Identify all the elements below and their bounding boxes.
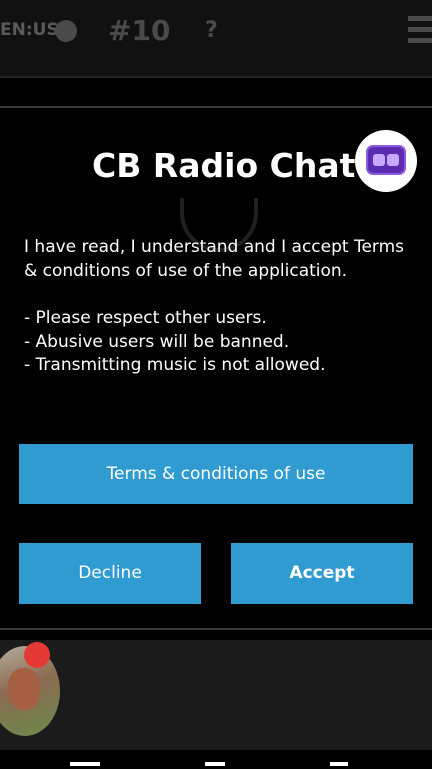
system-nav-bar [0, 750, 432, 769]
nav-home-indicator[interactable] [70, 762, 100, 766]
terms-button[interactable]: Terms & conditions of use [19, 444, 413, 504]
decline-button[interactable]: Decline [19, 543, 201, 604]
nav-home-indicator[interactable] [205, 762, 225, 766]
nav-back-indicator[interactable] [330, 762, 348, 766]
chat-bubble-app-icon [355, 130, 417, 192]
notification-badge [24, 642, 50, 668]
rules-list: - Please respect other users. - Abusive … [24, 307, 416, 378]
message-intro: I have read, I understand and I accept T… [24, 237, 405, 281]
top-app-bar: EN:US #10 ? [0, 0, 432, 76]
globe-icon[interactable] [55, 20, 77, 42]
channel-label[interactable]: #10 [108, 14, 170, 47]
user-list-area [0, 640, 432, 750]
hamburger-menu-icon[interactable] [408, 16, 432, 46]
users-count[interactable]: ? [205, 18, 218, 43]
terms-dialog: CB Radio Chat I have read, I understand … [0, 106, 432, 630]
dialog-message: I have read, I understand and I accept T… [24, 236, 416, 378]
rule-item: - Abusive users will be banned. [24, 331, 290, 352]
divider [0, 76, 432, 78]
dialog-title: CB Radio Chat [92, 146, 356, 185]
rule-item: - Transmitting music is not allowed. [24, 355, 326, 375]
accept-button[interactable]: Accept [231, 543, 413, 604]
language-label[interactable]: EN:US [0, 20, 59, 40]
rule-item: - Please respect other users. [24, 308, 267, 328]
